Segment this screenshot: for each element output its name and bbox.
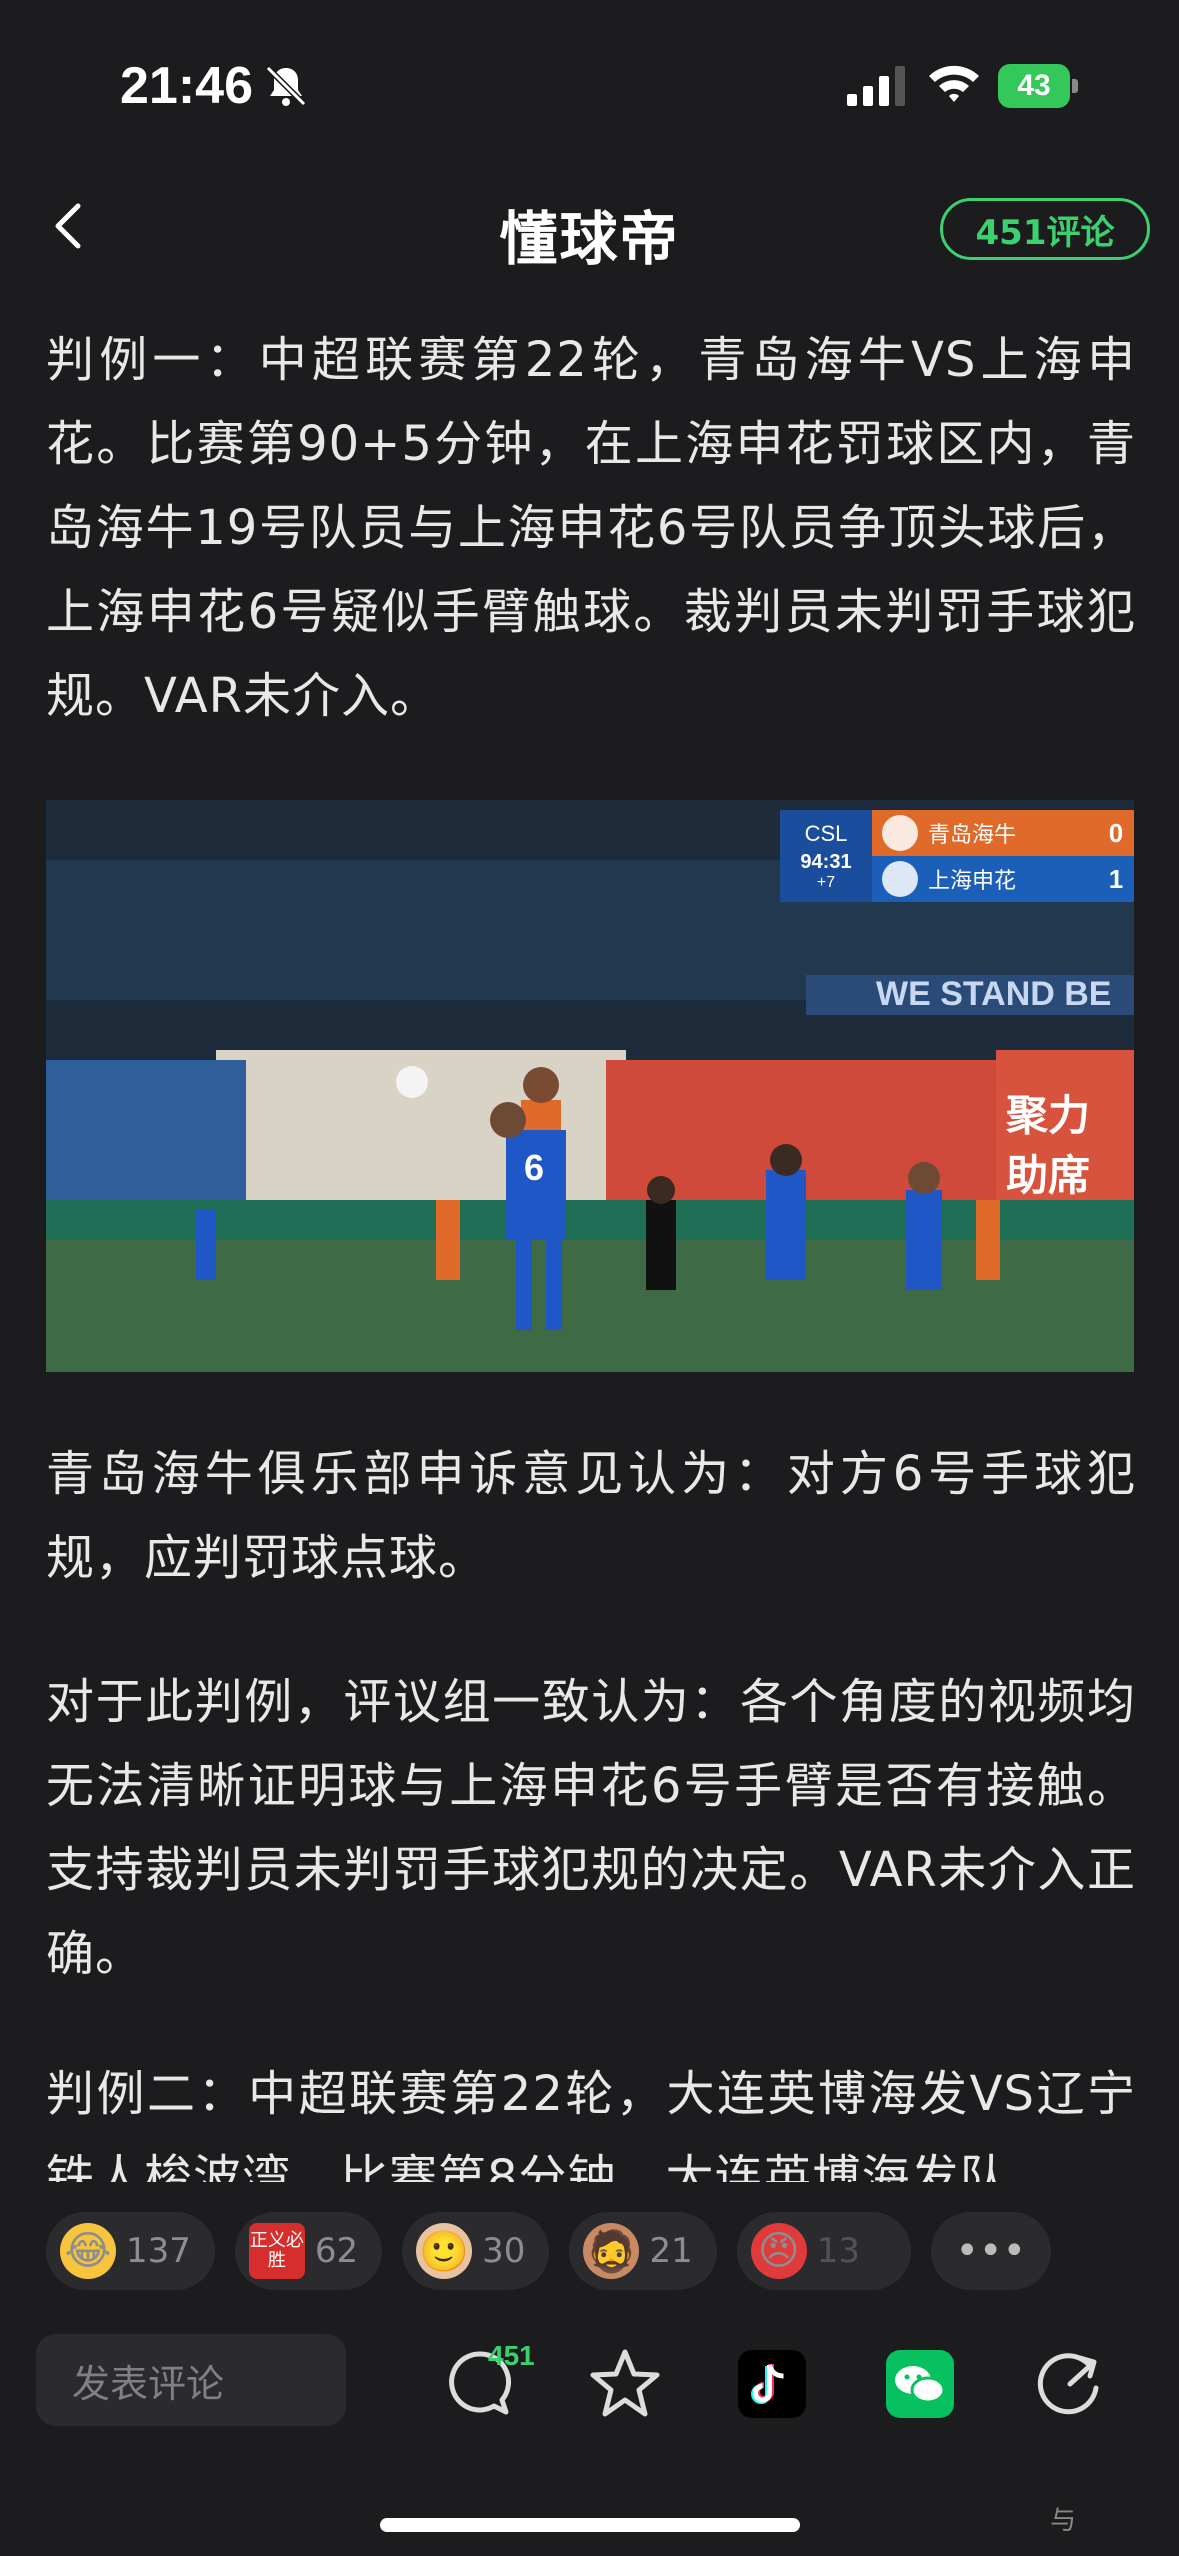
added-time: +7 bbox=[816, 873, 836, 891]
article-paragraph-3: 对于此判例，评议组一致认为：各个角度的视频均无法清晰证明球与上海申花6号手臂是否… bbox=[46, 1674, 1136, 1982]
comment-input[interactable]: 发表评论 bbox=[36, 2334, 346, 2426]
match-photo[interactable]: WE STAND BE 聚力 助席 6 CSL 94:31 +7 青岛海牛 0 … bbox=[46, 800, 1134, 1372]
reaction-bearded-face[interactable]: 🧔 21 bbox=[569, 2212, 717, 2290]
bearded-face-sticker-icon: 🧔 bbox=[583, 2223, 640, 2279]
scoreboard-row-home: 青岛海牛 0 bbox=[872, 810, 1134, 856]
corner-watermark: 与 bbox=[1050, 2506, 1077, 2536]
laughing-emoji-icon: 😂 bbox=[60, 2223, 116, 2279]
reaction-count: 30 bbox=[482, 2231, 526, 2271]
team-score: 1 bbox=[1108, 863, 1124, 894]
svg-text:助席: 助席 bbox=[1006, 1151, 1090, 1200]
red-cap-face-sticker-icon: 😠 bbox=[750, 2223, 807, 2279]
comments-count-button[interactable]: 451评论 bbox=[940, 198, 1150, 260]
more-dots-icon: ••• bbox=[955, 2228, 1027, 2274]
team-crest-icon bbox=[882, 861, 918, 897]
share-arrow-icon[interactable] bbox=[1030, 2344, 1110, 2424]
team-score: 0 bbox=[1108, 817, 1124, 848]
battery-level: 43 bbox=[1017, 69, 1051, 102]
league-logo: CSL 94:31 +7 bbox=[780, 810, 872, 902]
wifi-icon bbox=[929, 65, 979, 102]
more-reactions-button[interactable]: ••• bbox=[930, 2212, 1051, 2290]
reaction-bar: 😂 137 正义必胜 62 🙂 30 🧔 21 😠 13 ••• bbox=[46, 2212, 1179, 2290]
reaction-count: 137 bbox=[126, 2231, 191, 2271]
reaction-count: 13 bbox=[816, 2231, 860, 2271]
scoreboard: CSL 94:31 +7 青岛海牛 0 上海申花 1 bbox=[780, 810, 1134, 902]
nav-bar: 懂球帝 451评论 bbox=[0, 170, 1179, 290]
bald-face-sticker-icon: 🙂 bbox=[416, 2223, 473, 2279]
star-favorite-icon[interactable] bbox=[585, 2344, 665, 2424]
scoreboard-row-away: 上海申花 1 bbox=[872, 856, 1134, 902]
match-clock: 94:31 bbox=[800, 850, 852, 873]
svg-text:聚力: 聚力 bbox=[1005, 1091, 1090, 1140]
article-paragraph-4: 判例二：中超联赛第22轮，大连英博海发VS辽宁铁人梭波湾，比赛第8分钟，大连英博… bbox=[46, 2066, 1136, 2182]
team-crest-icon bbox=[882, 815, 918, 851]
stadium-banner: WE STAND BE bbox=[876, 975, 1111, 1013]
reaction-laughing[interactable]: 😂 137 bbox=[46, 2212, 215, 2290]
wechat-share-icon[interactable] bbox=[880, 2344, 960, 2424]
reaction-red-cap-face[interactable]: 😠 13 bbox=[736, 2212, 911, 2290]
battery-indicator: 43 bbox=[998, 64, 1080, 108]
article-paragraph-1: 判例一：中超联赛第22轮，青岛海牛VS上海申花。比赛第90+5分钟，在上海申花罚… bbox=[46, 332, 1136, 724]
article-paragraph-2: 青岛海牛俱乐部申诉意见认为：对方6号手球犯规，应判罚球点球。 bbox=[46, 1446, 1136, 1586]
comment-count-badge: 451 bbox=[488, 2340, 535, 2371]
justice-wins-sticker-icon: 正义必胜 bbox=[248, 2223, 305, 2279]
status-time: 21:46 bbox=[120, 57, 253, 115]
team-name: 上海申花 bbox=[928, 869, 1017, 894]
reaction-count: 21 bbox=[649, 2231, 693, 2271]
reaction-bald-face[interactable]: 🙂 30 bbox=[402, 2212, 550, 2290]
cellular-signal-icon bbox=[847, 66, 905, 106]
reaction-count: 62 bbox=[314, 2231, 359, 2271]
bottom-action-bar: 发表评论 451 bbox=[0, 2320, 1179, 2480]
svg-text:6: 6 bbox=[524, 1147, 544, 1188]
team-name: 青岛海牛 bbox=[928, 823, 1017, 848]
bell-muted-icon bbox=[265, 65, 307, 107]
league-name: CSL bbox=[804, 820, 848, 846]
status-bar: 21:46 43 bbox=[0, 0, 1179, 170]
tiktok-share-icon[interactable] bbox=[732, 2344, 812, 2424]
reaction-justice[interactable]: 正义必胜 62 bbox=[234, 2212, 383, 2290]
home-indicator[interactable] bbox=[380, 2518, 800, 2532]
